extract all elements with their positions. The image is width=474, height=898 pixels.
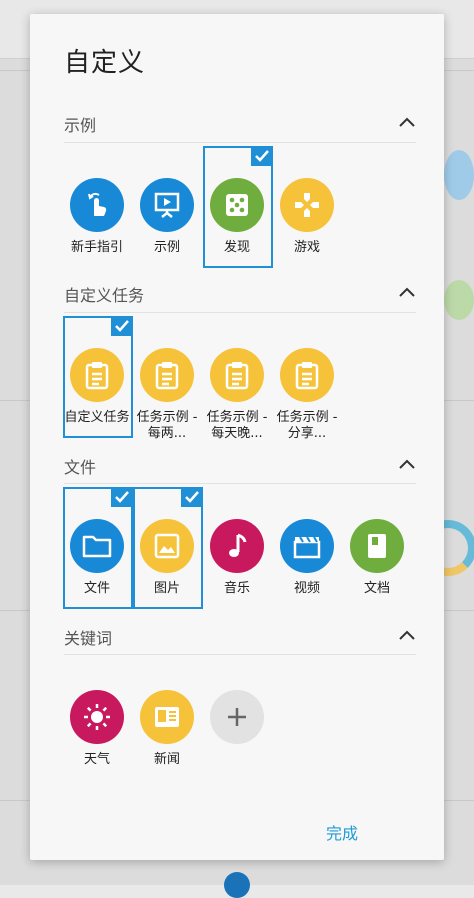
background-icon xyxy=(444,280,474,320)
clipboard-icon xyxy=(280,348,334,402)
section-header-files[interactable]: 文件 xyxy=(64,454,416,478)
item-task-example-share[interactable]: 任务示例 - 分享... xyxy=(273,316,341,441)
clipboard-icon xyxy=(210,348,264,402)
item-example[interactable]: 示例 xyxy=(133,146,201,266)
section-header-custom-tasks[interactable]: 自定义任务 xyxy=(64,282,416,306)
item-label: 任务示例 - 每两... xyxy=(136,410,198,441)
item-weather[interactable]: 天气 xyxy=(63,658,131,778)
item-label: 图片 xyxy=(153,581,180,596)
chevron-up-icon[interactable] xyxy=(398,284,416,300)
image-icon xyxy=(140,519,194,573)
item-music[interactable]: 音乐 xyxy=(203,487,271,607)
item-label: 示例 xyxy=(153,240,180,255)
item-label: 音乐 xyxy=(223,581,250,596)
chevron-up-icon[interactable] xyxy=(398,627,416,643)
item-label: 天气 xyxy=(83,752,110,767)
section-divider xyxy=(64,142,416,143)
item-label: 文档 xyxy=(363,581,390,596)
background-fab xyxy=(224,872,250,898)
checkmark-icon xyxy=(251,146,273,166)
item-custom-task[interactable]: 自定义任务 xyxy=(63,316,133,438)
section-title: 文件 xyxy=(64,458,97,477)
checkmark-icon xyxy=(111,487,133,507)
item-label: 自定义任务 xyxy=(64,410,130,425)
folder-icon xyxy=(70,519,124,573)
background-icon xyxy=(444,150,474,200)
hand-pointer-icon xyxy=(70,178,124,232)
chevron-up-icon[interactable] xyxy=(398,456,416,472)
gamepad-icon xyxy=(280,178,334,232)
done-button[interactable]: 完成 xyxy=(326,820,358,844)
item-label: 任务示例 - 每天晚... xyxy=(206,410,268,441)
section-title: 关键词 xyxy=(64,629,113,648)
clipboard-icon xyxy=(140,348,194,402)
sun-icon xyxy=(70,690,124,744)
item-label: 视频 xyxy=(293,581,320,596)
newspaper-icon xyxy=(140,690,194,744)
item-news[interactable]: 新闻 xyxy=(133,658,201,778)
item-video[interactable]: 视频 xyxy=(273,487,341,607)
clapperboard-icon xyxy=(280,519,334,573)
dialog-title: 自定义 xyxy=(64,48,146,78)
document-icon xyxy=(350,519,404,573)
item-discover[interactable]: 发现 xyxy=(203,146,273,268)
section-header-keywords[interactable]: 关键词 xyxy=(64,625,416,649)
section-title: 示例 xyxy=(64,116,97,135)
music-note-icon xyxy=(210,519,264,573)
item-images[interactable]: 图片 xyxy=(133,487,203,609)
dice-icon xyxy=(210,178,264,232)
section-divider xyxy=(64,483,416,484)
item-newbie-guide[interactable]: 新手指引 xyxy=(63,146,131,266)
item-label: 新手指引 xyxy=(70,240,123,255)
section-title: 自定义任务 xyxy=(64,286,145,305)
item-task-example-every-two[interactable]: 任务示例 - 每两... xyxy=(133,316,201,441)
item-games[interactable]: 游戏 xyxy=(273,146,341,266)
item-label: 文件 xyxy=(83,581,110,596)
plus-icon xyxy=(210,690,264,744)
checkmark-icon xyxy=(181,487,203,507)
section-divider xyxy=(64,654,416,655)
item-label: 游戏 xyxy=(293,240,320,255)
item-label: 任务示例 - 分享... xyxy=(276,410,338,441)
chevron-up-icon[interactable] xyxy=(398,114,416,130)
presentation-icon xyxy=(140,178,194,232)
customize-dialog: 自定义 示例 新手指引 示例 发现 游戏 自定义任务 自定义任务 任务示例 - … xyxy=(30,14,444,860)
item-files[interactable]: 文件 xyxy=(63,487,133,609)
section-header-examples[interactable]: 示例 xyxy=(64,112,416,136)
item-label: 发现 xyxy=(223,240,250,255)
item-documents[interactable]: 文档 xyxy=(343,487,411,607)
add-keyword-button[interactable] xyxy=(203,658,271,778)
item-label: 新闻 xyxy=(153,752,180,767)
checkmark-icon xyxy=(111,316,133,336)
clipboard-icon xyxy=(70,348,124,402)
section-divider xyxy=(64,312,416,313)
item-task-example-every-night[interactable]: 任务示例 - 每天晚... xyxy=(203,316,271,441)
